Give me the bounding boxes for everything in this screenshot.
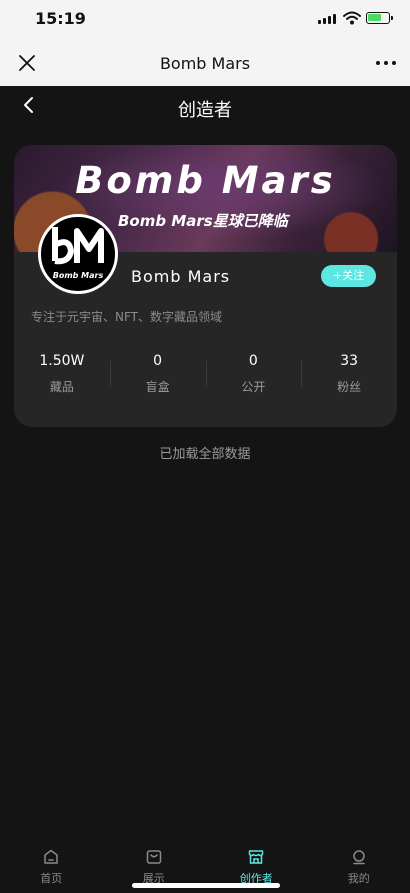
creator-card: Bomb Mars Bomb Mars星球已降临 Bomb Mars Bomb …	[14, 145, 397, 427]
creator-avatar: Bomb Mars	[38, 214, 118, 294]
mini-program-header: Bomb Mars	[0, 40, 410, 86]
home-indicator	[132, 883, 280, 888]
stat-value: 33	[340, 353, 359, 369]
list-end-text: 已加载全部数据	[159, 447, 251, 462]
stat-blind-boxes[interactable]: 0 盲盒	[109, 353, 206, 397]
page-title: 创造者	[178, 100, 232, 121]
page-nav: 创造者	[0, 86, 410, 130]
stat-label: 公开	[241, 380, 266, 394]
stat-public[interactable]: 0 公开	[205, 353, 302, 397]
tab-label: 我的	[347, 872, 370, 885]
status-bar: 15:19	[0, 0, 410, 40]
stat-fans[interactable]: 33 粉丝	[301, 353, 397, 397]
creator-description: 专注于元宇宙、NFT、数字藏品领域	[31, 310, 222, 324]
more-icon[interactable]	[376, 61, 396, 65]
mini-program-title: Bomb Mars	[159, 54, 251, 73]
stat-value: 0	[248, 353, 258, 369]
tab-mine[interactable]: 我的	[308, 840, 410, 893]
tab-label: 首页	[40, 872, 63, 885]
home-icon	[44, 849, 58, 864]
creator-name: Bomb Mars	[131, 267, 231, 286]
logo-text: Bomb Mars	[52, 271, 104, 280]
creator-stats: 1.50W 藏品 0 盲盒 0 公开 33 粉丝	[14, 353, 397, 397]
stat-label: 盲盒	[145, 380, 170, 394]
store-icon	[249, 850, 264, 864]
tab-home[interactable]: 首页	[0, 840, 103, 893]
stat-value: 0	[153, 353, 163, 369]
stat-label: 藏品	[49, 380, 74, 394]
banner-subtitle: Bomb Mars星球已降临	[118, 212, 288, 230]
stat-value: 1.50W	[39, 353, 85, 369]
stat-collections[interactable]: 1.50W 藏品	[14, 353, 110, 397]
wifi-icon	[343, 11, 361, 25]
banner-title: Bomb Mars	[75, 159, 336, 202]
follow-button[interactable]: +关注	[321, 265, 376, 287]
signal-icon	[318, 14, 336, 24]
battery-icon	[366, 12, 393, 24]
status-time: 15:19	[35, 9, 86, 28]
logo-mark-icon	[52, 227, 104, 265]
stat-label: 粉丝	[337, 380, 362, 394]
user-icon	[353, 850, 365, 865]
bag-icon	[146, 850, 161, 864]
